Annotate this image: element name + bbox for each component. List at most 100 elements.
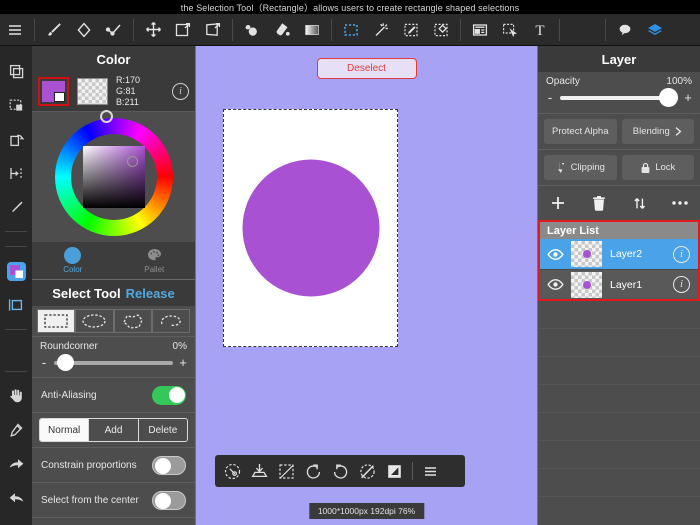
roundcorner-block: Roundcorner 0% - + xyxy=(32,337,195,377)
layer-thumbnail[interactable] xyxy=(571,271,602,298)
tab-pallet[interactable]: Pallet xyxy=(114,242,196,279)
menu-icon[interactable] xyxy=(417,458,444,485)
pen-icon[interactable] xyxy=(1,190,31,224)
brush-icon[interactable] xyxy=(39,15,69,45)
add-layer-button[interactable] xyxy=(538,194,579,212)
color-wheel-area[interactable] xyxy=(32,110,195,242)
tab-color[interactable]: Color xyxy=(32,242,114,279)
hue-knob[interactable] xyxy=(100,110,113,123)
layers-icon[interactable] xyxy=(640,15,670,45)
rotate-icon[interactable] xyxy=(1,122,31,156)
empty-layer-slot xyxy=(538,357,700,385)
color-swatch-icon[interactable] xyxy=(1,254,31,288)
mode-delete[interactable]: Delete xyxy=(137,419,187,441)
divider xyxy=(5,246,27,247)
blob-icon[interactable] xyxy=(237,15,267,45)
lasso-select-shape[interactable] xyxy=(151,309,190,333)
deselect-button[interactable]: Deselect xyxy=(316,58,417,79)
layer-name: Layer2 xyxy=(610,248,643,260)
divider xyxy=(34,18,35,41)
opacity-plus[interactable]: + xyxy=(684,90,692,105)
eyedropper-icon[interactable] xyxy=(1,413,31,447)
select-eraser-icon[interactable] xyxy=(426,15,456,45)
lock-button[interactable]: Lock xyxy=(621,155,694,180)
roundcorner-plus[interactable]: + xyxy=(179,355,187,370)
move-icon[interactable] xyxy=(138,15,168,45)
palette-icon xyxy=(147,249,161,261)
layer-row-layer2[interactable]: Layer2 i xyxy=(540,239,698,269)
divider xyxy=(412,462,413,480)
protect-alpha-button[interactable]: Protect Alpha xyxy=(544,119,617,144)
protect-alpha-label: Protect Alpha xyxy=(551,126,609,137)
from-center-row: Select from the center xyxy=(32,483,195,517)
more-options-button[interactable] xyxy=(660,199,700,207)
clipping-button[interactable]: Clipping xyxy=(544,155,617,180)
release-button[interactable]: Release xyxy=(126,286,175,301)
rect-select-shape[interactable] xyxy=(37,309,76,333)
roundcorner-knob[interactable] xyxy=(57,354,74,371)
reorder-layer-button[interactable] xyxy=(619,195,660,212)
magic-wand-icon[interactable] xyxy=(366,15,396,45)
hand-icon[interactable] xyxy=(1,379,31,413)
panel-toggle-icon[interactable] xyxy=(1,288,31,322)
undo-select-icon[interactable] xyxy=(300,458,327,485)
redo-select-icon[interactable] xyxy=(327,458,354,485)
visibility-eye-icon[interactable] xyxy=(540,248,571,261)
blending-button[interactable]: Blending xyxy=(621,119,694,144)
layer-info-button[interactable]: i xyxy=(673,276,690,293)
layer-thumbnail[interactable] xyxy=(571,241,602,267)
empty-layer-slot xyxy=(538,329,700,357)
mode-add[interactable]: Add xyxy=(88,419,137,441)
layer-row-layer1[interactable]: Layer1 i xyxy=(540,269,698,299)
copy-icon[interactable] xyxy=(1,54,31,88)
fill-down-icon[interactable] xyxy=(246,458,273,485)
transparency-swatch[interactable] xyxy=(77,78,108,105)
gradient-icon[interactable] xyxy=(297,15,327,45)
opacity-slider[interactable] xyxy=(560,88,678,107)
divider xyxy=(5,231,27,232)
pen-line-icon[interactable] xyxy=(99,15,129,45)
color-info-button[interactable]: i xyxy=(172,83,189,100)
rectangle-select-icon[interactable] xyxy=(336,15,366,45)
polygon-select-shape[interactable] xyxy=(113,309,152,333)
mode-row: Normal Add Delete xyxy=(32,413,195,447)
opacity-knob[interactable] xyxy=(659,88,678,107)
tab-pallet-label: Pallet xyxy=(144,265,165,274)
transform-icon[interactable] xyxy=(168,15,198,45)
roundcorner-slider[interactable] xyxy=(54,354,173,371)
saturation-value-box[interactable] xyxy=(82,146,145,208)
divider xyxy=(460,18,461,41)
opacity-minus[interactable]: - xyxy=(546,90,554,105)
delete-layer-button[interactable] xyxy=(579,195,620,212)
visibility-eye-icon[interactable] xyxy=(540,278,571,291)
layout-icon[interactable] xyxy=(465,15,495,45)
antialiasing-toggle[interactable] xyxy=(152,385,186,405)
text-icon[interactable]: T xyxy=(525,15,555,45)
menu-icon[interactable] xyxy=(0,15,30,45)
select-pen-icon[interactable] xyxy=(396,15,426,45)
from-center-toggle[interactable] xyxy=(152,490,186,510)
object-select-icon[interactable] xyxy=(495,15,525,45)
deselect-icon[interactable] xyxy=(354,458,381,485)
eraser-icon[interactable] xyxy=(69,15,99,45)
constrain-toggle[interactable] xyxy=(152,455,186,475)
layer-info-button[interactable]: i xyxy=(673,245,690,263)
mode-normal[interactable]: Normal xyxy=(40,419,89,441)
transform-select-icon[interactable] xyxy=(219,458,246,485)
sv-knob[interactable] xyxy=(126,156,138,167)
redo-arrow-icon[interactable] xyxy=(1,447,31,481)
distort-icon[interactable] xyxy=(198,15,228,45)
flip-icon[interactable] xyxy=(1,156,31,190)
paste-select-icon[interactable] xyxy=(1,88,31,122)
divider xyxy=(559,18,560,41)
invert-select-icon[interactable] xyxy=(273,458,300,485)
balloon-icon[interactable] xyxy=(610,15,640,45)
ellipse-select-shape[interactable] xyxy=(75,309,114,333)
undo-arrow-icon[interactable] xyxy=(1,481,31,515)
bucket-fill-icon[interactable] xyxy=(267,15,297,45)
flip-select-icon[interactable] xyxy=(381,458,408,485)
roundcorner-minus[interactable]: - xyxy=(40,355,48,370)
artboard[interactable] xyxy=(223,109,398,347)
foreground-swatch[interactable] xyxy=(38,77,69,106)
canvas-area[interactable]: Deselect 1000*1000px 192dpi 76% xyxy=(196,46,537,525)
